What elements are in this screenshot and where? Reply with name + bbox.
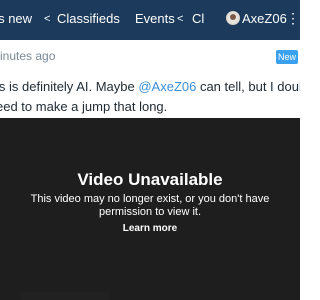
- video-unavailable-message: This video may no longer exist, or you d…: [0, 193, 300, 219]
- comment-text-part: is is definitely AI. Maybe: [0, 79, 139, 94]
- embedded-video-panel: Video Unavailable This video may no long…: [0, 118, 300, 300]
- partial-content-divider: [20, 292, 110, 300]
- video-message-line: This video may no longer exist, or you d…: [30, 193, 270, 205]
- nav-classifieds[interactable]: Classifieds: [57, 11, 120, 27]
- mention-link[interactable]: @AxeZ06: [138, 79, 196, 94]
- nav-whats-new[interactable]: t's new: [0, 11, 32, 27]
- username-link[interactable]: AxeZ06: [242, 11, 287, 27]
- user-avatar[interactable]: [226, 11, 240, 25]
- post-timestamp: inutes ago: [0, 49, 56, 63]
- new-badge: New: [276, 50, 298, 64]
- comment-text: is is definitely AI. Maybe @AxeZ06 can t…: [0, 77, 300, 117]
- more-options-icon[interactable]: ⋮: [286, 9, 300, 27]
- comment-text-part: can tell, but I doubt the bik: [199, 79, 300, 94]
- nav-clubs[interactable]: Cl: [192, 11, 204, 27]
- comment-line-1: is is definitely AI. Maybe @AxeZ06 can t…: [0, 77, 300, 97]
- top-navigation-bar: t's new < Classifieds Events < Cl AxeZ06…: [0, 0, 300, 40]
- chevron-left-icon[interactable]: <: [177, 12, 183, 26]
- chevron-left-icon[interactable]: <: [44, 12, 50, 26]
- nav-events[interactable]: Events: [135, 11, 175, 27]
- video-unavailable-title: Video Unavailable: [77, 170, 223, 189]
- learn-more-link[interactable]: Learn more: [120, 223, 180, 235]
- video-message-line: permission to view it.: [98, 206, 202, 218]
- comment-line-2: eed to make a jump that long.: [0, 99, 168, 114]
